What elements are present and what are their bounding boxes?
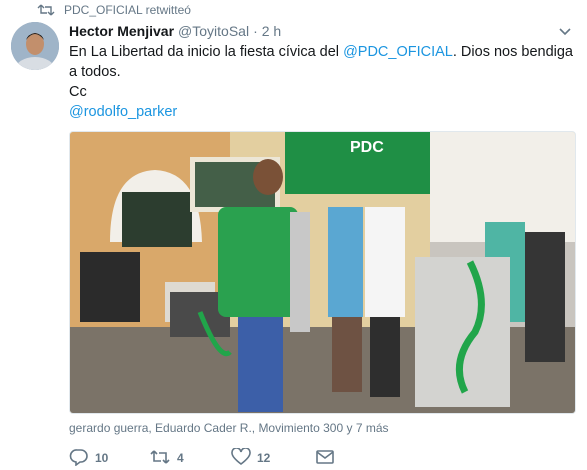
flag-text: PDC <box>350 139 384 156</box>
photo-scene: PDC <box>70 132 575 413</box>
tweet-photo[interactable]: PDC <box>69 131 576 414</box>
envelope-icon <box>315 449 335 468</box>
tweet-header: Hector Menjivar @ToyitoSal · 2 h <box>69 21 281 41</box>
retweet-count: 4 <box>177 451 184 465</box>
retweet-context-label[interactable]: PDC_OFICIAL retwitteó <box>64 3 191 17</box>
separator-dot: · <box>253 23 258 39</box>
like-count: 12 <box>257 451 271 465</box>
reply-icon <box>69 448 89 469</box>
tweet-text: En La Libertad da inicio la fiesta cívic… <box>69 42 579 122</box>
mention-pdc-oficial[interactable]: @PDC_OFICIAL <box>343 44 453 60</box>
tweet-text-before: En La Libertad da inicio la fiesta cívic… <box>69 44 344 60</box>
author-name[interactable]: Hector Menjivar <box>69 23 174 39</box>
author-handle[interactable]: @ToyitoSal <box>178 23 249 39</box>
like-button[interactable]: 12 <box>231 446 315 469</box>
retweet-icon <box>36 3 56 17</box>
tweet-timestamp[interactable]: 2 h <box>262 23 281 39</box>
avatar[interactable] <box>11 22 59 70</box>
tweet-cc-line: Cc <box>69 84 87 100</box>
reply-count: 10 <box>95 451 109 465</box>
retweet-button[interactable]: 4 <box>149 449 231 468</box>
tweet-actions: 10 4 12 <box>69 446 335 470</box>
mention-rodolfo-parker[interactable]: @rodolfo_parker <box>69 102 579 122</box>
tagged-users[interactable]: gerardo guerra, Eduardo Cader R., Movimi… <box>69 421 389 435</box>
retweet-icon <box>149 449 171 468</box>
heart-icon <box>231 446 251 469</box>
reply-button[interactable]: 10 <box>69 448 149 469</box>
chevron-down-icon[interactable] <box>557 23 573 39</box>
tweet-line-1: En La Libertad da inicio la fiesta cívic… <box>69 42 579 82</box>
direct-message-button[interactable] <box>315 449 335 468</box>
retweet-context: PDC_OFICIAL retwitteó <box>36 2 191 18</box>
